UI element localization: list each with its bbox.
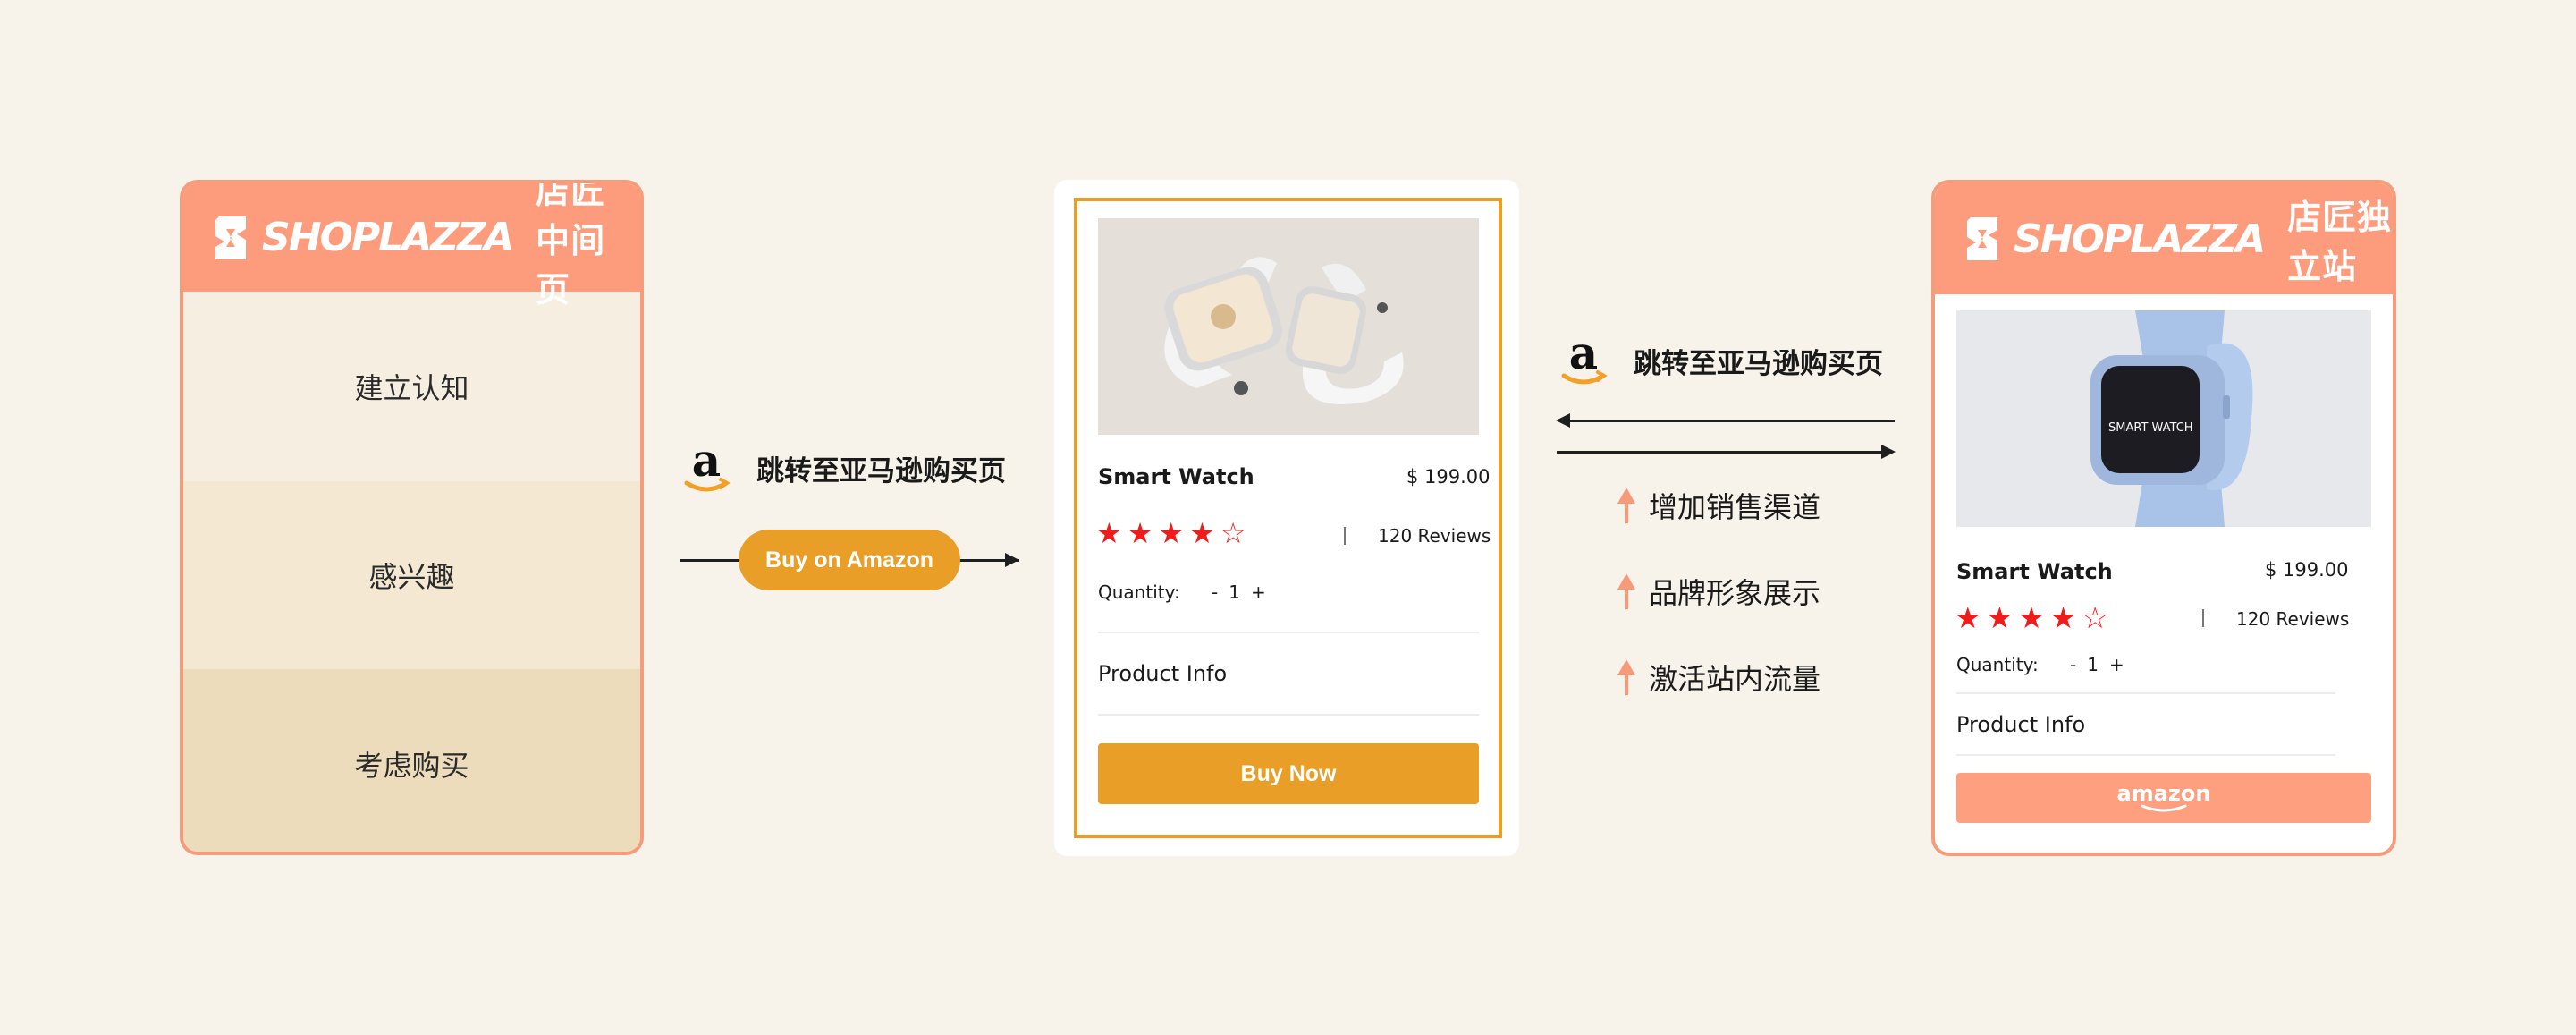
- watches-illustration: [1098, 218, 1479, 435]
- amazon-smile-icon: [2141, 804, 2187, 812]
- product-price: $ 199.00: [1406, 466, 1491, 488]
- card-title: 店匠独立站: [2287, 198, 2393, 286]
- product-info-link[interactable]: Product Info: [1098, 661, 1227, 686]
- divider: [1098, 714, 1479, 716]
- quantity-increment[interactable]: +: [1251, 581, 1270, 603]
- quantity-value: 1: [1229, 581, 1244, 603]
- arrow-up-icon: [1617, 488, 1636, 523]
- buy-on-amazon-button[interactable]: Buy on Amazon: [739, 530, 960, 590]
- buy-now-button[interactable]: Buy Now: [1098, 743, 1479, 804]
- divider: [1956, 754, 2335, 756]
- card-title: 店匠中间页: [536, 180, 606, 310]
- star-filled-icon: ★: [1127, 516, 1153, 550]
- arrow-right-icon: [1005, 553, 1019, 567]
- card-header: SHOPLAZZA 店匠独立站: [1935, 183, 2393, 294]
- star-filled-icon: ★: [1986, 600, 2014, 635]
- benefit-item: 品牌形象展示: [1617, 571, 1820, 612]
- amazon-a-glyph: a: [1569, 331, 1598, 379]
- product-name: Smart Watch: [1956, 559, 2113, 584]
- brand-name: SHOPLAZZA: [262, 215, 514, 260]
- product-price: $ 199.00: [2265, 559, 2349, 581]
- quantity-label: Quantity:: [1956, 654, 2039, 675]
- flow-arrow-line-back: [1569, 420, 1895, 422]
- flow-arrow-line-forward: [1557, 451, 1882, 454]
- divider: [1956, 692, 2335, 694]
- amazon-wordmark: amazon: [2116, 781, 2211, 806]
- quantity-value: 1: [2087, 654, 2102, 675]
- brand-name: SHOPLAZZA: [2014, 216, 2266, 262]
- watch-screen-text: SMART WATCH: [2108, 421, 2193, 435]
- product-info-link[interactable]: Product Info: [1956, 712, 2085, 737]
- star-filled-icon: ★: [1096, 516, 1122, 550]
- shoplazza-logo: SHOPLAZZA: [1962, 214, 2266, 264]
- reviews-count[interactable]: 120 Reviews: [2236, 608, 2349, 630]
- stage-consideration: 考虑购买: [183, 669, 640, 852]
- benefit-item: 增加销售渠道: [1617, 485, 1820, 526]
- star-filled-icon: ★: [2049, 600, 2077, 635]
- benefit-label: 品牌形象展示: [1649, 576, 1821, 610]
- shoplazza-mark-icon: [215, 216, 246, 259]
- arrow-up-icon: [1617, 659, 1636, 695]
- quantity-stepper[interactable]: - 1 +: [2070, 654, 2128, 675]
- stage-awareness: 建立认知: [183, 292, 640, 481]
- intermediate-page-card: SHOPLAZZA 店匠中间页 建立认知 感兴趣 考虑购买: [180, 180, 644, 855]
- arrow-up-icon: [1617, 573, 1636, 609]
- watch-illustration: SMART WATCH: [1956, 310, 2371, 527]
- benefit-label: 增加销售渠道: [1649, 490, 1821, 524]
- quantity-increment[interactable]: +: [2109, 654, 2128, 675]
- product-name: Smart Watch: [1098, 464, 1254, 489]
- amazon-logo-icon: a: [684, 438, 731, 492]
- star-filled-icon: ★: [1158, 516, 1185, 550]
- jump-text: 跳转至亚马逊购买页: [1634, 347, 1883, 380]
- star-empty-icon: ☆: [2082, 600, 2108, 635]
- star-empty-icon: ☆: [1220, 516, 1246, 550]
- arrow-right-icon: [1881, 445, 1896, 459]
- quantity-stepper[interactable]: - 1 +: [1212, 581, 1270, 603]
- stage-interest: 感兴趣: [183, 481, 640, 669]
- divider: [2202, 609, 2204, 627]
- divider: [1344, 527, 1346, 545]
- reviews-count[interactable]: 120 Reviews: [1378, 525, 1491, 547]
- product-image: SMART WATCH: [1956, 310, 2371, 527]
- divider: [1098, 632, 1479, 633]
- quantity-decrement[interactable]: -: [1212, 581, 1221, 603]
- shoplazza-logo: SHOPLAZZA: [210, 213, 514, 263]
- rating-stars: ★ ★ ★ ★ ☆: [1955, 603, 2108, 632]
- star-filled-icon: ★: [1955, 600, 1981, 635]
- jump-to-amazon-label-left: a 跳转至亚马逊购买页: [680, 438, 1006, 497]
- amazon-logo-icon: a: [1561, 331, 1608, 385]
- jump-text: 跳转至亚马逊购买页: [756, 454, 1006, 488]
- star-filled-icon: ★: [1189, 516, 1215, 550]
- product-image: [1098, 218, 1479, 435]
- benefit-label: 激活站内流量: [1649, 662, 1821, 696]
- amazon-button[interactable]: amazon: [1956, 773, 2371, 823]
- amazon-a-glyph: a: [692, 438, 721, 487]
- benefit-item: 激活站内流量: [1617, 657, 1820, 698]
- rating-stars: ★ ★ ★ ★ ☆: [1096, 519, 1246, 547]
- arrow-left-icon: [1556, 413, 1570, 428]
- quantity-decrement[interactable]: -: [2070, 654, 2080, 675]
- star-filled-icon: ★: [2018, 600, 2045, 635]
- card-header: SHOPLAZZA 店匠中间页: [183, 183, 640, 310]
- quantity-label: Quantity:: [1098, 581, 1180, 603]
- shoplazza-mark-icon: [1967, 217, 1997, 260]
- jump-to-amazon-label-right: a 跳转至亚马逊购买页: [1557, 331, 1883, 390]
